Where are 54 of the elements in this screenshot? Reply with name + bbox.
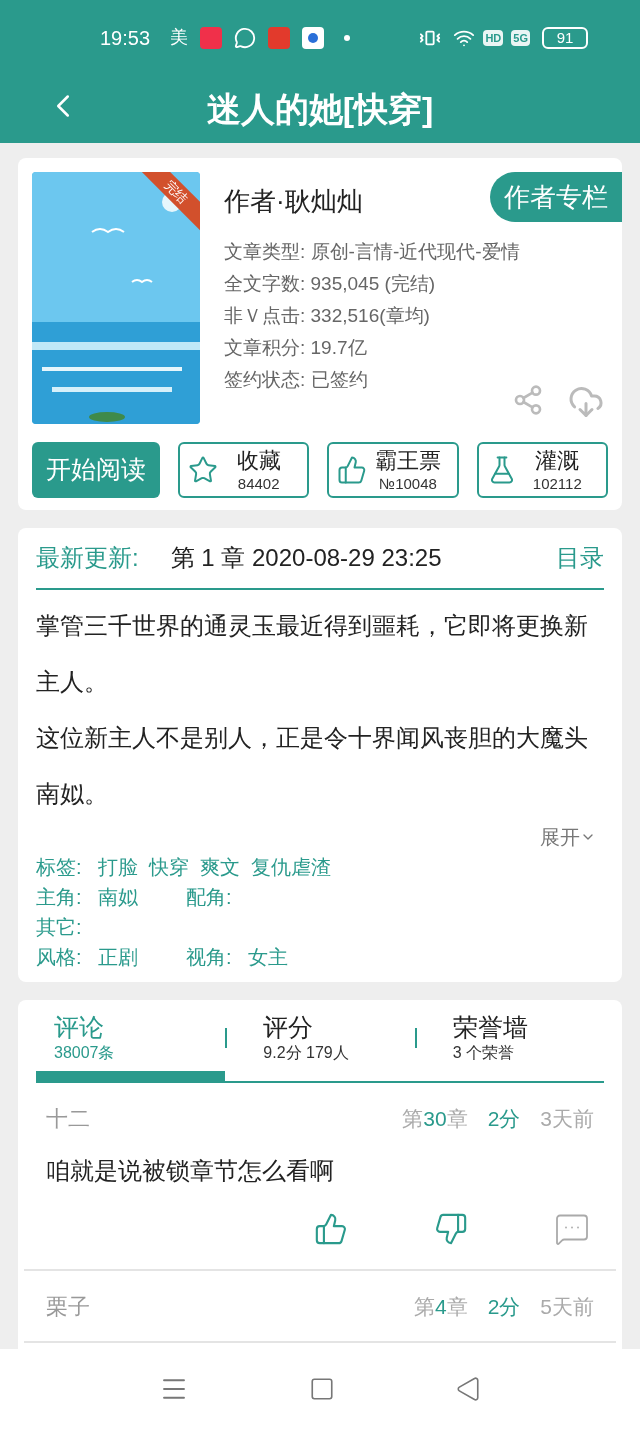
meta-value: 南姒 — [97, 885, 138, 910]
meta-label: 主角: — [36, 885, 82, 910]
comment-author: 栗子 — [46, 1292, 90, 1321]
network-indicator: HD — [483, 29, 504, 46]
stat-button[interactable]: 收藏 84402 — [178, 442, 310, 498]
thumbs-up-icon[interactable] — [314, 1212, 348, 1247]
book-info: 全文字数: 935,045 (完结) — [224, 272, 437, 296]
comment-author: 十二 — [46, 1104, 90, 1133]
comment-time: 3天前 — [540, 1105, 594, 1132]
chat-icon — [234, 26, 257, 49]
book-info: 文章类型: 原创-言情-近代现代-爱情 — [224, 240, 521, 264]
notification-icon: 美 — [170, 24, 189, 51]
book-info: 文章积分: 19.7亿 — [224, 336, 368, 360]
synopsis-paragraph: 这位新主人不是别人，正是令十界闻风丧胆的大魔头南姒。 — [36, 723, 589, 809]
author-name: 作者·耿灿灿 — [224, 184, 363, 218]
book-info: 非Ｖ点击: 332,516(章均) — [224, 304, 431, 328]
meta-value: 打脸 快穿 爽文 复仇虐渣 — [97, 855, 331, 880]
meta-label: 其它: — [36, 915, 82, 940]
tab[interactable]: 评论 38007条 — [54, 1012, 115, 1064]
comment-text: 咱就是说被锁章节怎么看啊 — [46, 1156, 335, 1187]
tab[interactable]: 评分 9.2分 179人 — [263, 1012, 349, 1064]
app-icon — [302, 26, 325, 49]
latest-chapter-link[interactable]: 第 1 章 2020-08-29 23:25 — [170, 540, 442, 576]
stat-button[interactable]: 霸王票 №10048 — [327, 442, 459, 498]
book-info: 签约状态: 已签约 — [224, 368, 369, 392]
comment-chapter: 第30章 — [402, 1105, 468, 1132]
clock: 19:53 — [100, 25, 151, 51]
tab[interactable]: 荣誉墙 3 个荣誉 — [452, 1012, 528, 1064]
comment-time: 5天前 — [540, 1293, 594, 1320]
meta-label: 风格: — [36, 945, 82, 970]
comment-score: 2分 — [487, 1293, 521, 1320]
meta-value: 女主 — [247, 945, 288, 970]
home-icon[interactable] — [309, 1376, 335, 1402]
expand-button[interactable]: 展开 — [540, 822, 596, 852]
thumbs-down-icon[interactable] — [434, 1212, 468, 1247]
comment-chapter: 第4章 — [413, 1293, 468, 1320]
comment-score: 2分 — [487, 1105, 521, 1132]
latest-update-label: 最新更新: — [36, 543, 139, 573]
meta-label: 配角: — [186, 885, 232, 910]
page-title: 迷人的她[快穿] — [206, 88, 434, 130]
meta-label: 视角: — [186, 945, 232, 970]
star-icon — [188, 455, 218, 485]
battery-indicator: 91 — [542, 26, 588, 49]
meta-label: 标签: — [36, 855, 82, 880]
network-indicator: 5G — [511, 29, 530, 46]
thumb-icon — [337, 455, 368, 485]
synopsis-paragraph: 掌管三千世界的通灵玉最近得到噩耗，它即将更换新主人。 — [36, 611, 589, 697]
share-icon[interactable] — [512, 384, 544, 416]
stat-button[interactable]: 灌溉 102112 — [476, 442, 608, 498]
app-icon — [268, 26, 291, 49]
meta-value: 正剧 — [97, 945, 138, 970]
back-icon[interactable] — [455, 1376, 481, 1402]
download-icon[interactable] — [568, 384, 604, 420]
app-icon — [200, 26, 223, 49]
